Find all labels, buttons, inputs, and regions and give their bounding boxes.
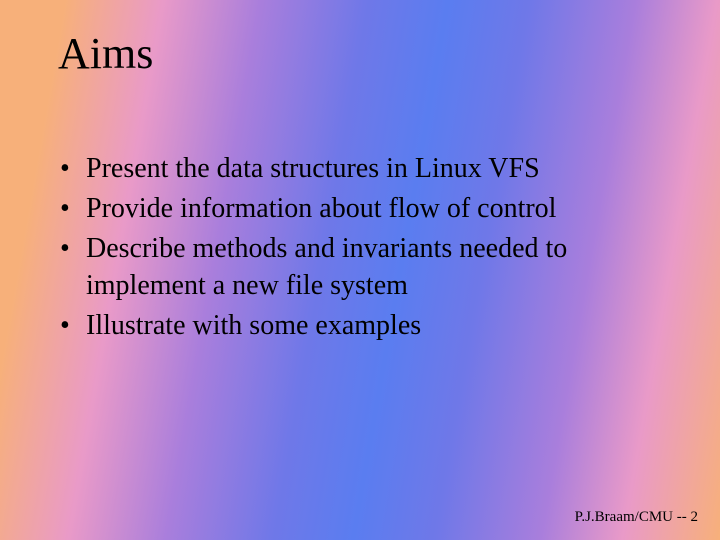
- slide-footer: P.J.Braam/CMU -- 2: [575, 509, 698, 526]
- bullet-list: Present the data structures in Linux VFS…: [58, 150, 660, 347]
- list-item: Describe methods and invariants needed t…: [58, 230, 660, 306]
- list-item: Illustrate with some examples: [58, 307, 660, 345]
- slide: Aims Present the data structures in Linu…: [0, 0, 720, 540]
- slide-title: Aims: [58, 28, 153, 79]
- list-item: Provide information about flow of contro…: [58, 190, 660, 228]
- list-item: Present the data structures in Linux VFS: [58, 150, 660, 188]
